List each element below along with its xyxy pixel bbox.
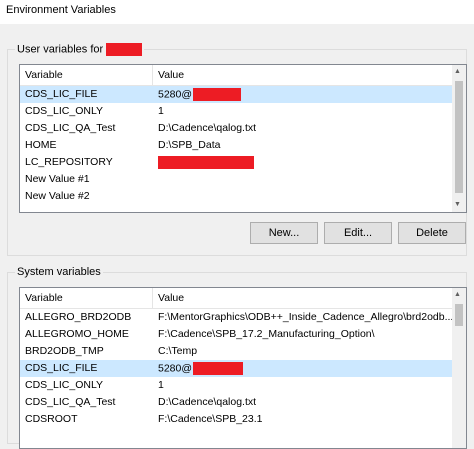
user-variables-label-text: User variables for xyxy=(17,43,104,56)
row-variable: BRD2ODB_TMP xyxy=(25,345,104,357)
user-delete-button[interactable]: Delete xyxy=(398,222,466,244)
row-value-text: 5280@ xyxy=(158,88,193,101)
table-row[interactable]: CDS_LIC_QA_Test D:\Cadence\qalog.txt xyxy=(20,120,452,137)
column-separator[interactable] xyxy=(152,65,153,85)
row-variable: LC_REPOSITORY xyxy=(25,156,113,168)
row-value: 5280@ xyxy=(158,362,244,375)
row-value: F:\Cadence\SPB_17.2_Manufacturing_Option… xyxy=(158,328,375,340)
column-header-value[interactable]: Value xyxy=(158,69,184,81)
row-value: F:\MentorGraphics\ODB++_Inside_Cadence_A… xyxy=(158,311,454,323)
user-new-button[interactable]: New... xyxy=(250,222,318,244)
redaction-mark xyxy=(193,88,242,101)
vertical-scrollbar[interactable]: ▲ xyxy=(452,288,466,448)
table-row[interactable]: LC_REPOSITORY xyxy=(20,154,452,171)
table-row[interactable]: CDS_LIC_FILE 5280@ xyxy=(20,360,452,377)
row-value: 1 xyxy=(158,379,164,391)
scroll-thumb[interactable] xyxy=(455,304,463,326)
redacted-username xyxy=(106,43,143,56)
row-variable: New Value #1 xyxy=(25,173,90,185)
row-variable: CDS_LIC_ONLY xyxy=(25,105,104,117)
row-variable: CDS_LIC_FILE xyxy=(25,362,98,374)
redaction-mark xyxy=(158,156,254,169)
table-row[interactable]: CDS_LIC_QA_Test D:\Cadence\qalog.txt xyxy=(20,394,452,411)
row-value: 5280@ xyxy=(158,88,242,101)
row-value: D:\SPB_Data xyxy=(158,139,221,151)
row-value: D:\Cadence\qalog.txt xyxy=(158,396,257,408)
system-variables-label: System variables xyxy=(15,266,103,278)
row-variable: CDS_LIC_ONLY xyxy=(25,379,104,391)
row-value-text: 5280@ xyxy=(158,362,193,375)
user-edit-button[interactable]: Edit... xyxy=(324,222,392,244)
redaction-mark xyxy=(193,362,244,375)
row-variable: CDS_LIC_FILE xyxy=(25,88,98,100)
list-header: Variable Value xyxy=(20,65,452,86)
row-value: 1 xyxy=(158,105,164,117)
column-separator[interactable] xyxy=(152,288,153,308)
table-row[interactable]: CDS_LIC_ONLY 1 xyxy=(20,103,452,120)
vertical-scrollbar[interactable]: ▲ ▼ xyxy=(452,65,466,212)
row-variable: CDSROOT xyxy=(25,413,78,425)
row-variable: HOME xyxy=(25,139,57,151)
table-row[interactable]: CDS_LIC_FILE 5280@ xyxy=(20,86,452,103)
table-row[interactable]: BRD2ODB_TMP C:\Temp xyxy=(20,343,452,360)
column-header-variable[interactable]: Variable xyxy=(25,292,63,304)
system-variables-list[interactable]: Variable Value ALLEGRO_BRD2ODB F:\Mentor… xyxy=(19,287,467,449)
title-bar: Environment Variables xyxy=(0,0,474,24)
scroll-thumb[interactable] xyxy=(455,81,463,193)
table-row[interactable]: New Value #1 xyxy=(20,171,452,188)
column-header-value[interactable]: Value xyxy=(158,292,184,304)
table-row[interactable]: HOME D:\SPB_Data xyxy=(20,137,452,154)
row-value: C:\Temp xyxy=(158,345,198,357)
list-header: Variable Value xyxy=(20,288,452,309)
table-row[interactable]: CDSROOT F:\Cadence\SPB_23.1 xyxy=(20,411,452,428)
scroll-up-icon[interactable]: ▲ xyxy=(454,68,461,76)
table-row[interactable]: New Value #2 xyxy=(20,188,452,205)
scroll-up-icon[interactable]: ▲ xyxy=(454,291,461,299)
row-variable: New Value #2 xyxy=(25,190,90,202)
row-variable: ALLEGRO_BRD2ODB xyxy=(25,311,132,323)
table-row[interactable]: CDS_LIC_ONLY 1 xyxy=(20,377,452,394)
row-value: D:\Cadence\qalog.txt xyxy=(158,122,257,134)
row-variable: CDS_LIC_QA_Test xyxy=(25,122,116,134)
column-header-variable[interactable]: Variable xyxy=(25,69,63,81)
window-title: Environment Variables xyxy=(6,4,116,16)
row-value xyxy=(158,156,254,169)
row-value: F:\Cadence\SPB_23.1 xyxy=(158,413,263,425)
user-variables-label: User variables for xyxy=(15,43,145,56)
row-variable: ALLEGROMO_HOME xyxy=(25,328,129,340)
table-row[interactable]: ALLEGRO_BRD2ODB F:\MentorGraphics\ODB++_… xyxy=(20,309,454,326)
scroll-down-icon[interactable]: ▼ xyxy=(454,201,461,209)
table-row[interactable]: ALLEGROMO_HOME F:\Cadence\SPB_17.2_Manuf… xyxy=(20,326,452,343)
user-variables-list[interactable]: Variable Value CDS_LIC_FILE 5280@ CDS_LI… xyxy=(19,64,467,213)
row-variable: CDS_LIC_QA_Test xyxy=(25,396,116,408)
